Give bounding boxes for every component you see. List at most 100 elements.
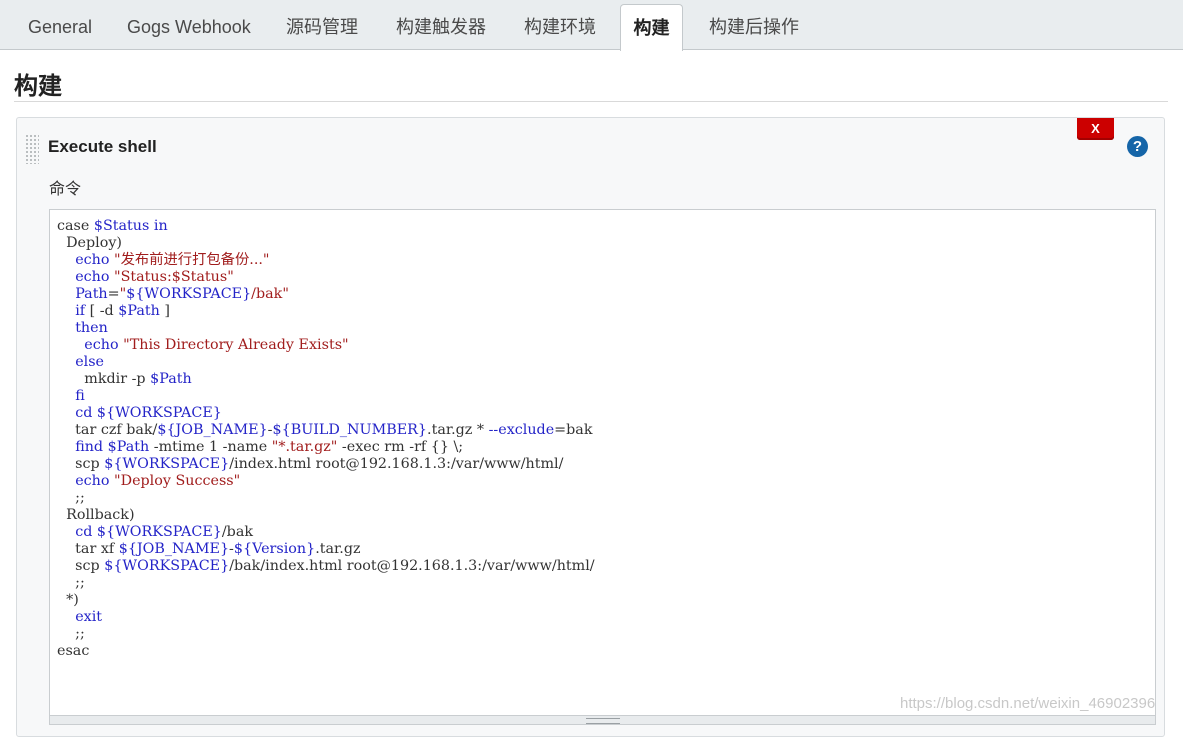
code-token: cd [75, 524, 93, 540]
code-token: Rollback) [57, 507, 135, 523]
code-line: Deploy) [57, 235, 595, 252]
code-token: Path [75, 286, 108, 302]
code-token: $Path [150, 371, 192, 387]
code-line: tar xf ${JOB_NAME}-${Version}.tar.gz [57, 541, 595, 558]
code-token: "*.tar.gz" [271, 439, 338, 455]
tab-source-code-management[interactable]: 源码管理 [286, 0, 358, 50]
code-line: tar czf bak/${JOB_NAME}-${BUILD_NUMBER}.… [57, 422, 595, 439]
resize-grip-icon[interactable] [586, 718, 620, 724]
tab-build-environment[interactable]: 构建环境 [524, 0, 596, 50]
code-line: cd ${WORKSPACE}/bak [57, 524, 595, 541]
code-token: /bak [221, 524, 254, 540]
tab-build[interactable]: 构建 [620, 4, 683, 51]
tab-post-build-actions[interactable]: 构建后操作 [709, 0, 799, 50]
code-token: tar czf bak/ [57, 422, 158, 438]
code-token: echo [75, 252, 110, 268]
help-icon[interactable]: ? [1127, 136, 1148, 157]
code-token: cd [75, 405, 93, 421]
code-token: ${WORKSPACE} [96, 524, 222, 540]
code-token: echo [75, 269, 110, 285]
command-label: 命令 [49, 179, 82, 198]
code-token: = [107, 286, 120, 302]
code-token: tar xf [57, 541, 119, 557]
code-line: then [57, 320, 595, 337]
code-token: ;; [57, 575, 85, 591]
delete-step-button[interactable]: X [1077, 118, 1114, 140]
code-line: fi [57, 388, 595, 405]
code-token: $Path [118, 303, 160, 319]
code-line: *) [57, 592, 595, 609]
section-divider [14, 101, 1168, 102]
section-title: 构建 [14, 72, 62, 100]
code-line: Path="${WORKSPACE}/bak" [57, 286, 595, 303]
code-token: scp [57, 558, 105, 574]
code-token: then [75, 320, 108, 336]
code-token: ${WORKSPACE} [126, 286, 252, 302]
code-token: --exclude [488, 422, 555, 438]
code-line: echo "Status:$Status" [57, 269, 595, 286]
code-token: ;; [57, 626, 85, 642]
code-token: scp [57, 456, 105, 472]
code-line: find $Path -mtime 1 -name "*.tar.gz" -ex… [57, 439, 595, 456]
code-line: ;; [57, 626, 595, 643]
code-line: echo "This Directory Already Exists" [57, 337, 595, 354]
code-token: =bak [554, 422, 593, 438]
code-line: scp ${WORKSPACE}/bak/index.html root@192… [57, 558, 595, 575]
code-token: /bak" [251, 286, 289, 302]
code-token: [ -d [85, 303, 119, 319]
code-line: case $Status in [57, 218, 595, 235]
code-token: ${WORKSPACE} [96, 405, 222, 421]
code-line: echo "Deploy Success" [57, 473, 595, 490]
code-line: if [ -d $Path ] [57, 303, 595, 320]
code-token: $Path [107, 439, 150, 455]
code-line: Rollback) [57, 507, 595, 524]
code-token: ${WORKSPACE} [104, 558, 230, 574]
code-line: exit [57, 609, 595, 626]
code-token: exit [75, 609, 103, 625]
code-token: /bak/index.html root@192.168.1.3:/var/ww… [229, 558, 595, 574]
code-token: find [75, 439, 104, 455]
code-line: ;; [57, 490, 595, 507]
code-token: $Status [93, 218, 150, 234]
build-step-title: Execute shell [48, 137, 157, 156]
code-token: echo [75, 473, 110, 489]
textarea-resize-bar[interactable] [49, 715, 1156, 725]
code-token: ${Version} [233, 541, 316, 557]
code-token: *) [57, 592, 79, 608]
code-token: /index.html root@192.168.1.3:/var/www/ht… [229, 456, 564, 472]
code-token: "Deploy Success" [114, 473, 241, 489]
code-token: -exec rm -rf {} \; [337, 439, 464, 455]
code-line: scp ${WORKSPACE}/index.html root@192.168… [57, 456, 595, 473]
code-token: fi [75, 388, 85, 404]
tab-build-triggers[interactable]: 构建触发器 [396, 0, 486, 50]
watermark: https://blog.csdn.net/weixin_46902396 [900, 695, 1156, 712]
code-token: "发布前进行打包备份..." [114, 252, 270, 268]
command-code: case $Status in Deploy) echo "发布前进行打包备份.… [57, 218, 595, 660]
code-token: else [75, 354, 105, 370]
code-token: ${BUILD_NUMBER} [272, 422, 428, 438]
command-textarea[interactable]: case $Status in Deploy) echo "发布前进行打包备份.… [49, 209, 1156, 724]
code-token: esac [57, 643, 90, 659]
tab-gogs-webhook[interactable]: Gogs Webhook [127, 0, 251, 50]
code-token: .tar.gz * [427, 422, 489, 438]
code-token: Deploy) [57, 235, 122, 251]
code-line: mkdir -p $Path [57, 371, 595, 388]
tab-general[interactable]: General [28, 0, 92, 50]
code-token: mkdir -p [57, 371, 151, 387]
code-token: if [75, 303, 86, 319]
drag-handle-icon[interactable] [25, 134, 39, 164]
code-line: cd ${WORKSPACE} [57, 405, 595, 422]
code-line: ;; [57, 575, 595, 592]
